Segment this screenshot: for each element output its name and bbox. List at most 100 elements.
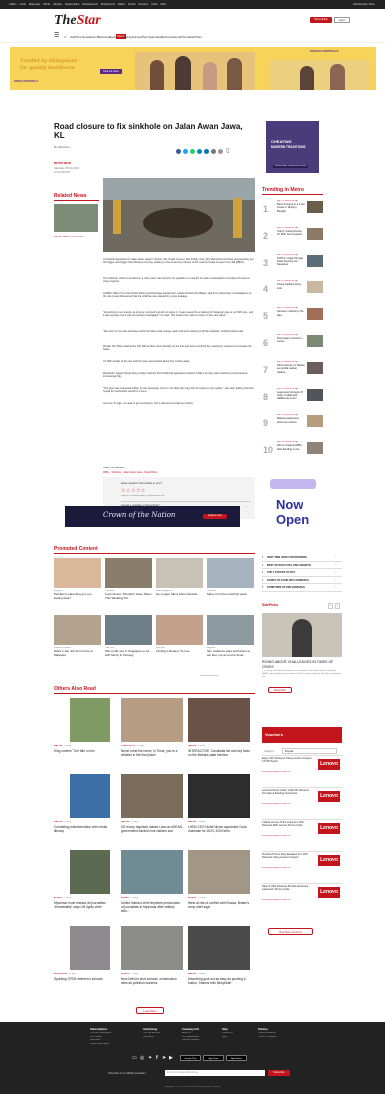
also-read-image[interactable]	[121, 774, 183, 818]
trending-title[interactable]: Legal sport disrupts 47 dogs to Atlad wi…	[277, 391, 305, 404]
list-box-item[interactable]: 3 TOP 5 STOCKS TO BUY ›	[262, 570, 342, 577]
footer-link[interactable]: Privacy Statement	[258, 1032, 276, 1035]
list-box-item[interactable]: 5 SYMPTOMS OF PRE-DIABETES ›	[262, 585, 342, 592]
article-author[interactable]: By JANGAN LI	[54, 146, 71, 149]
rating-stars[interactable]: ☆☆☆☆☆	[121, 488, 146, 494]
app-store-badge[interactable]: AppGallery	[226, 1055, 247, 1061]
trending-title[interactable]: Raising awareness about sun cleans	[277, 417, 305, 430]
trending-thumb[interactable]	[307, 281, 323, 294]
trending-title[interactable]: 'Fancy' prank-phones for Rkto Jeriri sus…	[277, 230, 305, 243]
voucher-title[interactable]: Omotion Promo Stop Enadeus For 10% Disco…	[262, 853, 312, 865]
trending-thumb[interactable]	[307, 254, 323, 267]
footer-link[interactable]: Job Opportunities	[182, 1036, 199, 1039]
nav-item[interactable]: Tech	[142, 35, 148, 39]
view-more-vouchers-button[interactable]: View More Vouchers	[268, 928, 313, 935]
footer-link[interactable]: Contact Us	[222, 1032, 233, 1035]
promoted-image[interactable]	[105, 558, 152, 588]
promoted-title[interactable]: Finding A Reason To Live	[156, 650, 203, 661]
also-read-title[interactable]: LHDN CEO Mohd Nizom appointed Cuba chair…	[188, 825, 250, 839]
also-read-section[interactable]: NATION	[54, 821, 62, 823]
related-news-meta[interactable]: METRO NEWS 25 Nov 2023	[54, 236, 84, 239]
nav-item[interactable]: Food	[135, 35, 142, 39]
starpicks-image[interactable]	[262, 613, 342, 657]
also-read-image[interactable]	[188, 850, 250, 894]
promoted-image[interactable]	[54, 558, 101, 588]
voucher-brand-logo[interactable]: Lenovo	[318, 823, 340, 834]
trending-thumb[interactable]	[307, 227, 323, 240]
nav-item[interactable]: Videos	[171, 35, 180, 39]
trending-thumb[interactable]	[307, 388, 323, 401]
also-read-image[interactable]	[70, 850, 110, 894]
list-box-item[interactable]: 2 BEST STOCKS FOR LONG GROWTH ›	[262, 563, 342, 570]
edition-link[interactable]: Nation	[118, 3, 125, 6]
whatsapp-share-icon[interactable]	[190, 149, 195, 154]
article-section[interactable]: METRO NEWS	[54, 162, 71, 165]
app-store-badge[interactable]: App Store	[203, 1055, 224, 1061]
email-share-icon[interactable]	[211, 149, 216, 154]
trending-thumb[interactable]	[307, 308, 323, 321]
footer-link[interactable]: About Us	[182, 1032, 191, 1035]
edition-link[interactable]: Entertainment	[82, 3, 98, 6]
topbar-right[interactable]: StarLifestyle | Star+	[353, 3, 375, 6]
also-read-image[interactable]	[121, 926, 183, 970]
instagram-icon[interactable]: ◎	[140, 1055, 144, 1061]
next-arrow-icon[interactable]: ›	[335, 603, 340, 609]
trending-title[interactable]: Slot to cracking DBKL after flooding in …	[277, 444, 305, 457]
voucher-brand-logo[interactable]: Lenovo	[318, 791, 340, 802]
also-read-title[interactable]: United Nations chief deplores persecutio…	[121, 901, 183, 915]
also-read-title[interactable]: INTERACTIVE: Candidate list and key fact…	[188, 749, 250, 763]
edition-link[interactable]: edition	[9, 3, 16, 6]
voucher-category-select[interactable]: Popular	[282, 748, 337, 754]
edition-link[interactable]: Supermarket	[65, 3, 79, 6]
banner-cta[interactable]: Find out more	[100, 69, 122, 74]
also-read-section[interactable]: NATION	[121, 821, 129, 823]
edition-link[interactable]: World	[43, 3, 49, 6]
youtube-icon[interactable]: ▶	[169, 1055, 173, 1061]
newsletter-subscribe-button[interactable]: Subscribe	[268, 1070, 290, 1076]
promoted-image[interactable]	[156, 558, 203, 588]
menu-icon[interactable]: ☰	[54, 33, 60, 39]
also-read-section[interactable]: STARTOPICS	[121, 745, 135, 747]
side-ad-cta[interactable]: DISCOVER THE EVOLUTION	[273, 165, 309, 168]
trending-title[interactable]: Burst furniture in a 1-tier house in Tan…	[277, 203, 305, 216]
login-button[interactable]: Log in	[334, 17, 350, 23]
also-read-title[interactable]: Dissolving govt not as easy as pushing a…	[188, 977, 250, 991]
list-box-item[interactable]: 1 PART-TIME JOBS FOR RETIREES ›	[262, 555, 342, 562]
promoted-image[interactable]	[54, 615, 101, 645]
home-icon[interactable]: ⌂	[64, 34, 66, 39]
also-read-image[interactable]	[121, 698, 183, 742]
bookmark-icon[interactable]: ▯	[226, 148, 229, 154]
edition-link[interactable]: Mehr	[161, 3, 167, 6]
promoted-title[interactable]: Pandemic parenting got you feeling blue?	[54, 593, 101, 604]
app-store-badge[interactable]: Google Play	[180, 1055, 201, 1061]
linkedin-share-icon[interactable]	[204, 149, 209, 154]
also-read-image[interactable]	[70, 926, 110, 970]
promoted-title[interactable]: Look Closer: Shouldn't Have Taken This W…	[105, 593, 152, 604]
edition-link[interactable]: Audio	[151, 3, 157, 6]
also-read-title[interactable]: King confers 'Tun' title on ten	[54, 749, 116, 763]
also-read-section[interactable]: NATION	[188, 821, 196, 823]
list-box-item[interactable]: 4 FOODS TO AVOID WITH DIABETES ›	[262, 578, 342, 585]
article-tags[interactable]: DBKL , Sinkhole , Jalan Awan Jawa , Road…	[103, 471, 157, 474]
also-read-image[interactable]	[121, 850, 183, 894]
promoted-title[interactable]: Iam residents want authorities to act fa…	[207, 650, 254, 661]
facebook-share-icon[interactable]	[176, 149, 181, 154]
load-more-button[interactable]: Load More	[136, 1007, 164, 1014]
edition-link[interactable]: Scripts	[128, 3, 136, 6]
promoted-image[interactable]	[207, 615, 254, 645]
also-read-image[interactable]	[188, 774, 250, 818]
twitter-icon[interactable]: ✦	[148, 1055, 152, 1061]
also-read-title[interactable]: Never mind the name, in Timur, you're a …	[121, 749, 183, 763]
trending-title[interactable]: Farmed crushed by the lake	[277, 310, 305, 323]
edition-link[interactable]: Inside	[19, 3, 26, 6]
nav-item[interactable]: Lifestyle	[124, 35, 135, 39]
footer-link[interactable]: Investor Relations	[182, 1039, 200, 1042]
telegram-share-icon[interactable]	[197, 149, 202, 154]
banner-ad[interactable]: Trusted by Malaysians for quality health…	[10, 47, 376, 90]
trending-thumb[interactable]	[307, 415, 323, 428]
promoted-image[interactable]	[156, 615, 203, 645]
trending-title[interactable]: Flood alarm worries in Lanes	[277, 337, 305, 350]
also-read-section[interactable]: WORLD	[54, 897, 62, 899]
trending-thumb[interactable]	[307, 335, 323, 347]
also-read-image[interactable]	[70, 774, 110, 818]
